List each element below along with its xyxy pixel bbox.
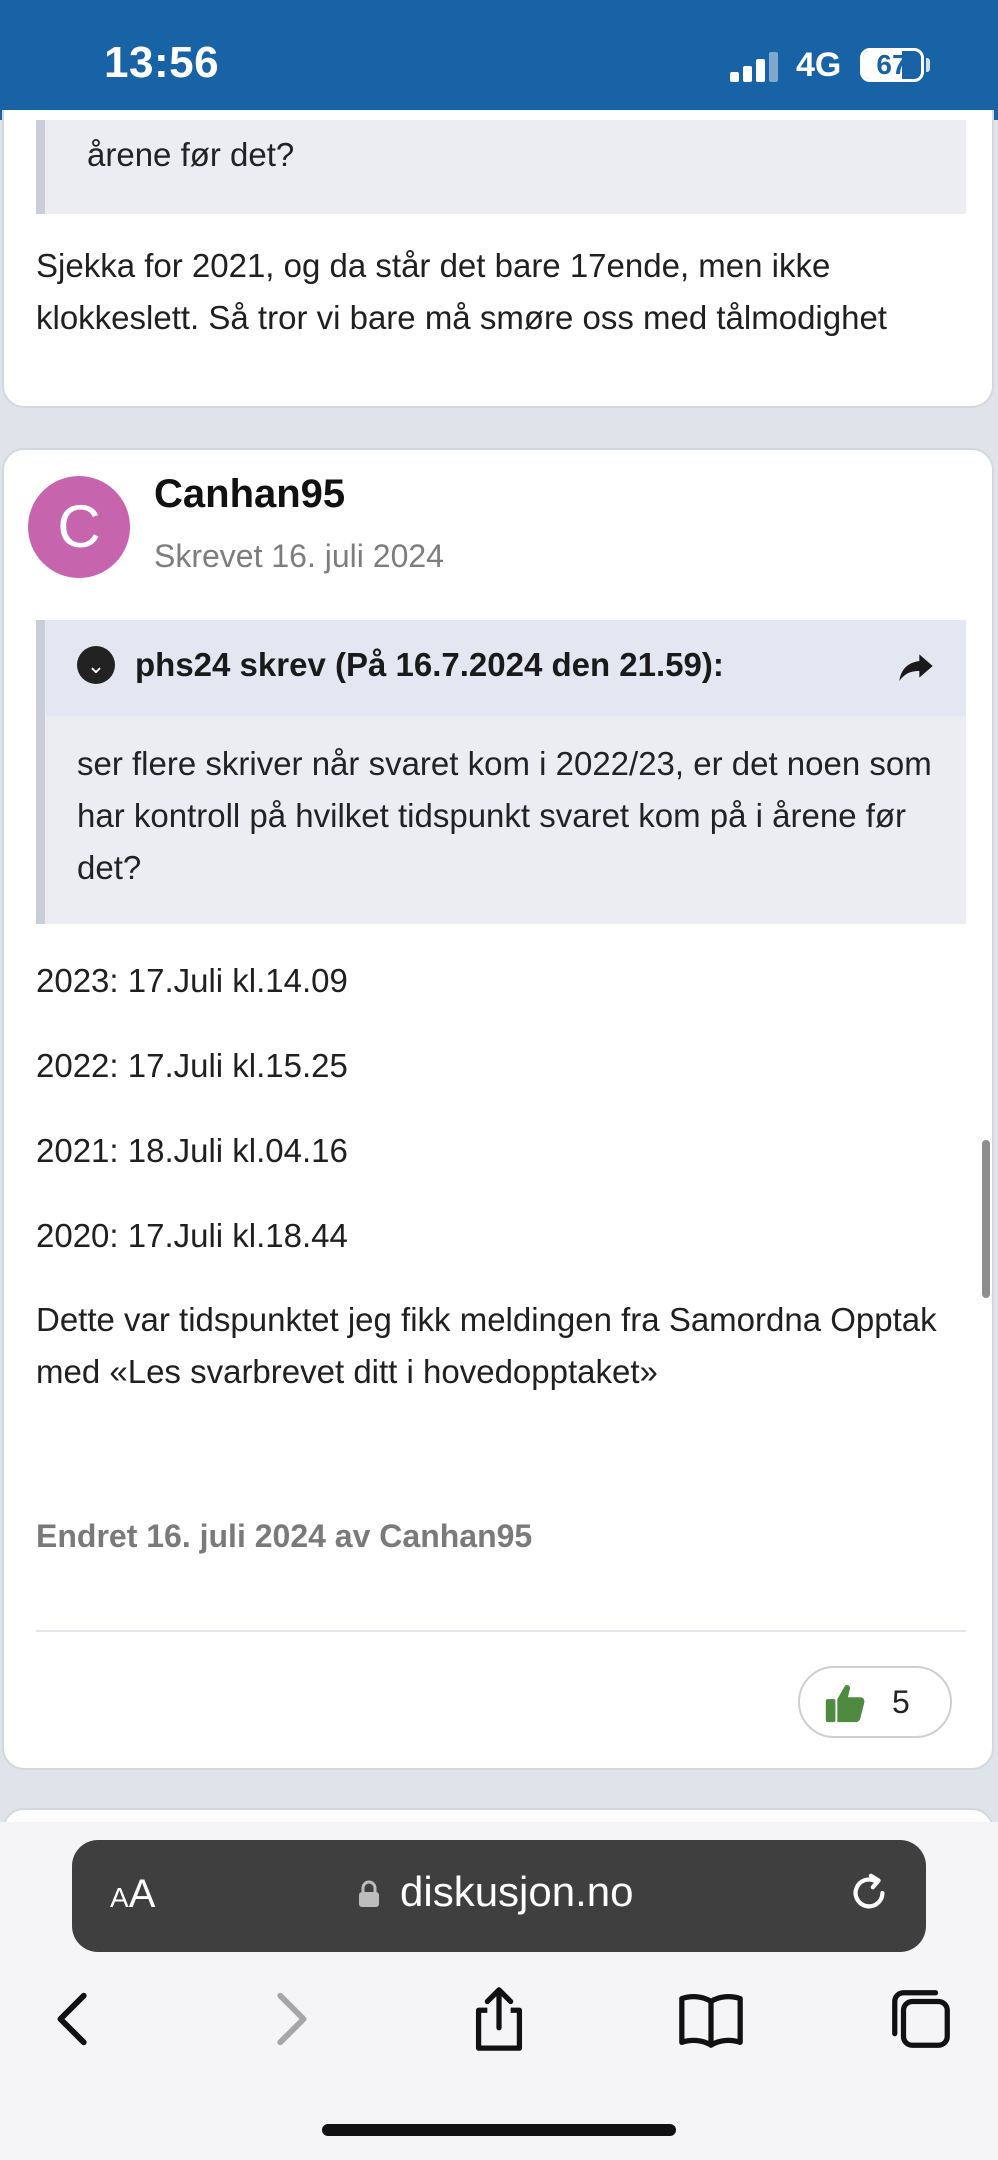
url-text[interactable]: diskusjon.no [400,1868,633,1916]
quote-block: årene før det? [36,120,966,214]
post-text: Dette var tidspunktet jeg fikk meldingen… [36,1301,937,1390]
divider [36,1630,966,1632]
forward-icon[interactable] [254,1984,324,2054]
reaction-count: 5 [892,1684,910,1720]
tabs-icon[interactable] [886,1984,956,2054]
thumbs-up-icon [825,1684,865,1723]
post-line: 2021: 18.Juli kl.04.16 [36,1132,348,1169]
post-text: Sjekka for 2021, og da står det bare 17e… [36,247,887,336]
author-name[interactable]: Canhan95 [154,472,345,517]
post-date[interactable]: Skrevet 16. juli 2024 [154,538,444,575]
previous-post-card: årene før det? Sjekka for 2021, og da st… [2,110,994,408]
quote-body: ser flere skriver når svaret kom i 2022/… [77,745,932,886]
text-size-button[interactable]: AA [110,1872,155,1917]
address-bar[interactable]: AA diskusjon.no [72,1840,926,1952]
quote-title[interactable]: phs24 skrev (På 16.7.2024 den 21.59): [135,646,724,684]
avatar[interactable]: C [28,476,130,578]
reaction-button[interactable]: 5 [798,1666,952,1738]
post-line: 2023: 17.Juli kl.14.09 [36,962,348,999]
network-label: 4G [796,46,842,84]
status-time: 13:56 [104,38,220,87]
post-line: 2022: 17.Juli kl.15.25 [36,1047,348,1084]
lock-icon [359,1880,379,1907]
post-card: C Canhan95 Skrevet 16. juli 2024 ⌄ phs24… [2,448,994,1770]
status-bar: 13:56 4G 67 [0,0,998,120]
signal-icon [730,52,780,82]
quote-text: årene før det? [87,136,295,173]
share-icon[interactable] [464,1984,534,2054]
reload-icon[interactable] [846,1870,892,1916]
battery-icon: 67 [860,48,924,82]
battery-nub [926,58,930,72]
home-indicator[interactable] [322,2124,676,2136]
post-line: 2020: 17.Juli kl.18.44 [36,1217,348,1254]
scrollbar[interactable] [982,1140,990,1298]
quote-block: ⌄ phs24 skrev (På 16.7.2024 den 21.59): … [36,620,966,924]
share-arrow-icon[interactable] [896,646,936,686]
quote-header: ⌄ phs24 skrev (På 16.7.2024 den 21.59): [45,620,966,716]
bookmarks-icon[interactable] [676,1984,746,2054]
battery-percentage: 67 [876,49,908,80]
edited-note: Endret 16. juli 2024 av Canhan95 [36,1518,533,1554]
chevron-down-icon[interactable]: ⌄ [77,646,115,684]
back-icon[interactable] [40,1984,110,2054]
